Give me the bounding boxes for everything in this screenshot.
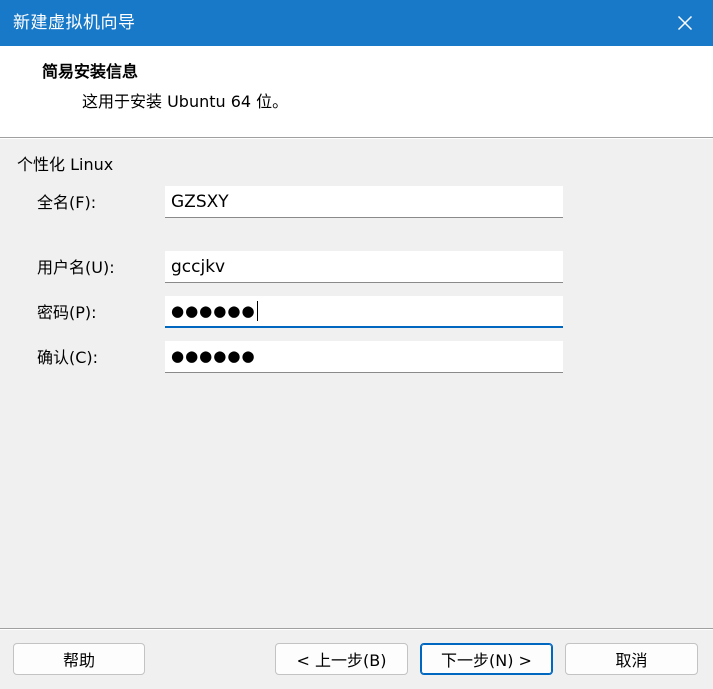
help-button[interactable]: 帮助: [13, 643, 145, 675]
text-caret: [256, 301, 258, 321]
next-button[interactable]: 下一步(N) >: [420, 643, 553, 675]
wizard-header: 简易安装信息 这用于安装 Ubuntu 64 位。: [0, 46, 713, 138]
page-subtitle: 这用于安装 Ubuntu 64 位。: [82, 92, 289, 111]
group-label-personalize-linux: 个性化 Linux: [17, 155, 114, 174]
close-icon: [677, 15, 693, 31]
fullname-value: GZSXY: [171, 191, 229, 212]
new-vm-wizard-window: 新建虚拟机向导 简易安装信息 这用于安装 Ubuntu 64 位。 个性化 Li…: [0, 0, 713, 689]
fullname-label: 全名(F):: [37, 193, 97, 212]
header-divider: [0, 138, 713, 139]
password-value: ●●●●●●: [171, 301, 256, 320]
fullname-field[interactable]: GZSXY: [165, 186, 563, 218]
password-field[interactable]: ●●●●●●: [165, 296, 563, 328]
cancel-button[interactable]: 取消: [565, 643, 698, 675]
confirm-password-field[interactable]: ●●●●●●: [165, 341, 563, 373]
footer-divider-highlight: [0, 629, 713, 630]
back-button[interactable]: < 上一步(B): [275, 643, 408, 675]
username-label: 用户名(U):: [37, 258, 115, 277]
window-title: 新建虚拟机向导: [13, 13, 136, 33]
close-button[interactable]: [657, 0, 713, 46]
username-value: gccjkv: [171, 256, 226, 277]
confirm-label: 确认(C):: [37, 348, 99, 367]
password-label: 密码(P):: [37, 303, 97, 322]
page-title: 简易安装信息: [42, 62, 139, 81]
title-bar: 新建虚拟机向导: [0, 0, 713, 46]
username-field[interactable]: gccjkv: [165, 251, 563, 283]
confirm-value: ●●●●●●: [171, 347, 256, 365]
